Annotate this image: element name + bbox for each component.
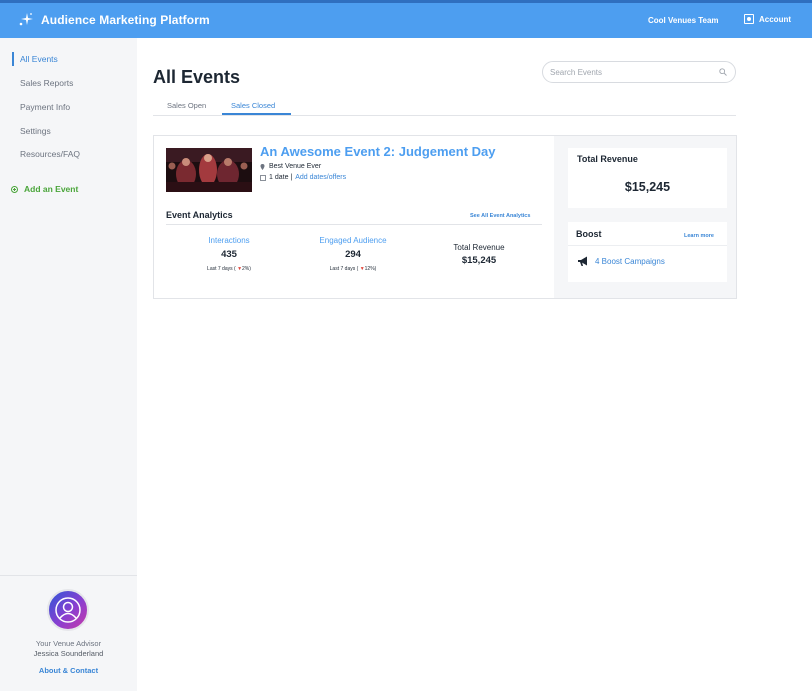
trend-change: 12%: [364, 266, 375, 272]
tabs-divider: [153, 115, 736, 116]
event-venue: Best Venue Ever: [260, 163, 321, 170]
plus-circle-icon: [11, 185, 18, 193]
search-input[interactable]: Search Events: [542, 61, 736, 83]
advisor-label: Your Venue Advisor: [35, 639, 102, 648]
boost-campaigns-label: 4 Boost Campaigns: [595, 257, 665, 266]
interactions-trend: Last 7 days ( ▼2%): [169, 266, 289, 272]
sidebar-item-settings[interactable]: Settings: [20, 126, 51, 136]
account-menu[interactable]: Account: [744, 14, 791, 24]
total-revenue-heading: Total Revenue: [577, 154, 638, 164]
interactions-value: 435: [221, 249, 237, 260]
boost-campaigns-link[interactable]: 4 Boost Campaigns: [577, 256, 665, 267]
tab-sales-open[interactable]: Sales Open: [167, 101, 206, 110]
event-dates: 1 date | Add dates/offers: [260, 174, 346, 181]
analytics-revenue-stat: Total Revenue $15,245: [419, 243, 539, 266]
account-icon: [744, 14, 754, 24]
advisor-avatar: [47, 589, 89, 631]
trend-period: Last 7 days (: [207, 266, 236, 272]
dates-count: 1 date |: [269, 174, 293, 181]
trend-period: Last 7 days (: [329, 266, 359, 272]
page-title: All Events: [153, 67, 241, 87]
engaged-audience-value: 294: [345, 249, 361, 260]
sidebar-divider: [0, 575, 137, 576]
calendar-icon: [260, 174, 266, 181]
learn-more-link[interactable]: Learn more: [684, 233, 714, 239]
about-contact-link[interactable]: About & Contact: [0, 666, 137, 675]
event-title-link[interactable]: An Awesome Event 2: Judgement Day: [260, 144, 496, 159]
venue-name: Best Venue Ever: [269, 163, 322, 170]
add-dates-link[interactable]: Add dates/offers: [295, 174, 346, 181]
interactions-stat: Interactions 435 Last 7 days ( ▼2%): [169, 236, 289, 272]
top-bar: Audience Marketing Platform Cool Venues …: [0, 0, 812, 38]
analytics-revenue-value: $15,245: [461, 255, 497, 266]
trend-close: ): [374, 266, 377, 272]
sidebar-item-all-events[interactable]: All Events: [20, 54, 58, 64]
sidebar-item-sales-reports[interactable]: Sales Reports: [20, 78, 73, 88]
engaged-audience-stat: Engaged Audience 294 Last 7 days ( ▼12%): [293, 236, 413, 272]
megaphone-icon: [578, 256, 587, 266]
app-title: Audience Marketing Platform: [41, 13, 210, 27]
sidebar-item-resources-faq[interactable]: Resources/FAQ: [20, 149, 80, 159]
add-event-label: Add an Event: [24, 184, 79, 194]
engaged-audience-trend: Last 7 days ( ▼12%): [293, 266, 413, 272]
search-icon: [719, 68, 727, 76]
sparkle-logo-icon: [19, 13, 33, 26]
boost-heading: Boost: [576, 229, 602, 239]
trend-close: ): [249, 266, 251, 272]
active-tab-underline: [222, 113, 291, 115]
person-icon: [55, 597, 81, 623]
sidebar-item-payment-info[interactable]: Payment Info: [20, 102, 70, 112]
active-nav-indicator: [12, 52, 14, 66]
analytics-divider: [166, 224, 542, 225]
total-revenue-value: $15,245: [624, 180, 671, 194]
event-analytics-heading: Event Analytics: [166, 210, 233, 220]
analytics-revenue-label: Total Revenue: [453, 243, 505, 252]
search-placeholder: Search Events: [550, 68, 603, 77]
engaged-audience-label[interactable]: Engaged Audience: [293, 236, 413, 245]
advisor-name: Jessica Sounderland: [33, 649, 104, 658]
tab-sales-closed[interactable]: Sales Closed: [231, 101, 275, 110]
boost-divider: [568, 245, 727, 246]
interactions-label[interactable]: Interactions: [169, 236, 289, 245]
team-name-link[interactable]: Cool Venues Team: [648, 16, 719, 25]
concert-crowd-image: [166, 148, 252, 192]
account-label: Account: [759, 14, 791, 24]
event-thumbnail[interactable]: [166, 148, 252, 192]
see-all-analytics-link[interactable]: See All Event Analytics: [470, 213, 530, 219]
location-pin-icon: [260, 163, 265, 170]
add-event-button[interactable]: Add an Event: [11, 184, 78, 194]
